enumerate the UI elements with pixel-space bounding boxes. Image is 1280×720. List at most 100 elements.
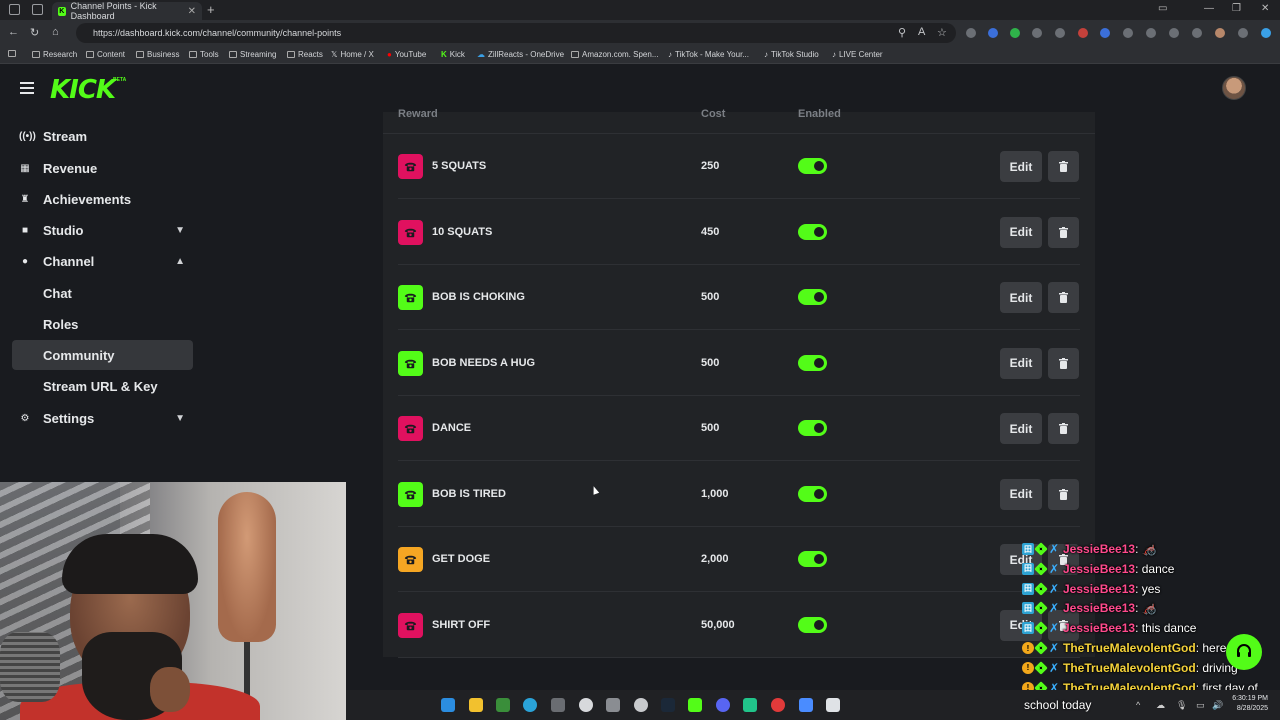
help-chat-button[interactable] [1226, 634, 1262, 670]
collections-icon[interactable] [1192, 28, 1202, 38]
copilot-icon[interactable] [1261, 28, 1271, 38]
delete-button[interactable] [1048, 413, 1079, 444]
extension-icon[interactable] [966, 28, 976, 38]
bookmark-onedrive[interactable]: ☁ ZillReacts - OneDrive [477, 50, 564, 59]
edit-button[interactable]: Edit [1000, 413, 1042, 444]
sidebar-item-roles[interactable]: Roles [12, 309, 193, 339]
bookmark-amazon[interactable]: Amazon.com. Spen... [571, 50, 658, 59]
extension-green-icon[interactable] [1010, 28, 1020, 38]
edit-button[interactable]: Edit [1000, 347, 1042, 379]
app-diamond-icon[interactable] [799, 698, 813, 712]
wordpad-icon[interactable] [634, 698, 648, 712]
enabled-toggle[interactable] [798, 485, 827, 502]
bookmark-sidebar-icon[interactable] [8, 50, 16, 57]
bookmark-reacts[interactable]: Reacts [287, 50, 323, 59]
steam-icon[interactable] [661, 698, 675, 712]
edit-button[interactable]: Edit [1000, 478, 1042, 510]
extension-game-icon[interactable] [1055, 28, 1065, 38]
tab-actions-icon[interactable] [32, 4, 43, 15]
kick-studio-icon[interactable] [688, 698, 702, 712]
bookmark-live-center[interactable]: ♪ LIVE Center [832, 50, 883, 59]
sidebar-item-studio[interactable]: ■ Studio ▼ [12, 215, 193, 245]
delete-button[interactable] [1048, 216, 1079, 248]
start-icon[interactable] [441, 698, 455, 712]
enabled-toggle[interactable] [798, 551, 827, 567]
enabled-toggle[interactable] [798, 420, 827, 436]
sidebar-item-community[interactable]: Community [12, 340, 193, 370]
settings-app-icon[interactable] [579, 698, 593, 712]
zoom-icon[interactable]: ⚲ [898, 26, 906, 39]
refresh-icon[interactable]: ↻ [30, 26, 39, 39]
xbox-icon[interactable] [496, 698, 510, 712]
bookmark-youtube[interactable]: ● YouTube [387, 50, 426, 59]
file-explorer-icon[interactable] [469, 698, 483, 712]
calculator-icon[interactable] [551, 698, 565, 712]
hamburger-menu-icon[interactable] [20, 82, 34, 97]
extension-chat-icon[interactable] [1032, 28, 1042, 38]
sidebar-item-chat[interactable]: Chat [12, 278, 193, 308]
edge-icon[interactable] [523, 698, 537, 712]
bookmark-tiktok[interactable]: ♪ TikTok - Make Your... [668, 50, 749, 59]
browser-tab[interactable]: K Channel Points - Kick Dashboard ✕ [52, 1, 202, 21]
sidebar-item-revenue[interactable]: ▦ Revenue [12, 153, 193, 183]
kick-logo[interactable]: KICK [50, 75, 116, 105]
close-window-icon[interactable]: ✕ [1261, 3, 1269, 14]
tab-search-icon[interactable]: ▭ [1158, 3, 1167, 14]
tray-chevron-icon[interactable]: ^ [1136, 700, 1140, 710]
more-menu-icon[interactable] [1238, 28, 1248, 38]
volume-icon[interactable]: 🔊 [1212, 700, 1223, 711]
obs-icon[interactable] [771, 698, 785, 712]
profile-icon[interactable] [1215, 28, 1225, 38]
enabled-toggle[interactable] [798, 158, 827, 174]
split-screen-icon[interactable] [1169, 28, 1179, 38]
delete-button[interactable] [1048, 347, 1079, 379]
extension-shield-icon[interactable] [988, 28, 998, 38]
minimize-icon[interactable]: — [1204, 3, 1214, 14]
sidebar-item-channel[interactable]: ● Channel ▲ [12, 246, 193, 276]
enabled-toggle[interactable] [798, 616, 827, 633]
url-field[interactable]: https://dashboard.kick.com/channel/commu… [76, 23, 956, 43]
bookmark-tools[interactable]: Tools [189, 50, 219, 59]
enabled-toggle[interactable] [798, 354, 827, 371]
discord-icon[interactable] [716, 698, 730, 712]
delete-button[interactable] [1048, 478, 1079, 510]
sidebar-item-settings[interactable]: ⚙ Settings ▼ [12, 403, 193, 433]
edit-button[interactable]: Edit [1000, 282, 1042, 313]
bookmark-streaming[interactable]: Streaming [229, 50, 276, 59]
bookmark-tiktok-studio[interactable]: ♪ TikTok Studio [764, 50, 819, 59]
bookmark-kick[interactable]: K Kick [441, 50, 465, 59]
app-icon[interactable] [743, 698, 757, 712]
cloud-icon[interactable]: ☁ [1156, 700, 1165, 711]
enabled-toggle[interactable] [798, 289, 827, 305]
bookmark-research[interactable]: Research [32, 50, 77, 59]
edit-button[interactable]: Edit [1000, 151, 1042, 182]
microphone-icon[interactable]: 🎙 [1176, 700, 1187, 711]
snipping-icon[interactable] [606, 698, 620, 712]
maximize-icon[interactable]: ❐ [1232, 3, 1241, 14]
bookmark-home-x[interactable]: 𝕏 Home / X [331, 50, 374, 59]
sidebar-item-stream[interactable]: ((•)) Stream [12, 121, 193, 151]
workspaces-icon[interactable] [9, 4, 20, 15]
notepad-icon[interactable] [826, 698, 840, 712]
close-tab-icon[interactable]: ✕ [188, 6, 196, 17]
sidebar-item-achievements[interactable]: ♜ Achievements [12, 184, 193, 214]
extension-red-icon[interactable] [1078, 28, 1088, 38]
delete-button[interactable] [1048, 282, 1079, 313]
bookmark-business[interactable]: Business [136, 50, 179, 59]
favorite-star-icon[interactable]: ☆ [937, 26, 947, 39]
extension-puzzle-icon[interactable] [1123, 28, 1133, 38]
sidebar-item-stream-url-key[interactable]: Stream URL & Key [12, 371, 193, 401]
delete-button[interactable] [1048, 151, 1079, 182]
taskbar-clock[interactable]: 6:30:19 PM 8/28/2025 [1226, 694, 1268, 714]
extension-blue-icon[interactable] [1100, 28, 1110, 38]
new-tab-button[interactable]: + [207, 2, 215, 17]
network-icon[interactable]: ▭ [1196, 700, 1205, 711]
enabled-toggle[interactable] [798, 223, 827, 240]
bookmark-content[interactable]: Content [86, 50, 125, 59]
edit-button[interactable]: Edit [1000, 216, 1042, 248]
extensions-menu-icon[interactable] [1146, 28, 1156, 38]
home-icon[interactable]: ⌂ [52, 26, 59, 38]
back-icon[interactable]: ← [8, 26, 19, 38]
read-aloud-icon[interactable]: A [918, 26, 925, 38]
user-avatar[interactable] [1222, 76, 1246, 100]
